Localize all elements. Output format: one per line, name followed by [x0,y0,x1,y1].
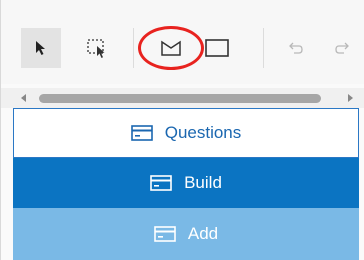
pentagon-shape-button[interactable] [151,28,191,68]
redo-icon [335,42,349,54]
scroll-right-arrow[interactable] [345,92,355,104]
questions-row[interactable]: Questions [13,108,359,158]
pentagon-icon [161,40,181,56]
undo-button[interactable] [281,30,311,66]
undo-icon [289,42,303,54]
marquee-select-button[interactable] [77,28,117,68]
triangle-left-icon [21,94,26,102]
rectangle-icon [205,39,229,57]
select-arrow-button[interactable] [21,28,61,68]
toolbar-separator [133,28,134,68]
marquee-select-icon [87,39,105,58]
drawing-toolbar [1,0,364,84]
cursor-arrow-icon [36,41,45,55]
triangle-right-icon [348,94,353,102]
horizontal-scrollbar[interactable] [1,88,364,108]
scroll-left-arrow[interactable] [19,92,29,104]
add-row[interactable]: Add [13,208,359,260]
card-icon [154,226,176,242]
toolbar-separator [263,28,264,68]
card-icon [150,175,172,191]
redo-button[interactable] [327,30,357,66]
app-frame: Questions Build Add [0,0,364,260]
card-icon [130,125,153,141]
scrollbar-thumb[interactable] [39,94,321,103]
build-row[interactable]: Build [13,158,359,208]
rectangle-shape-button[interactable] [197,28,237,68]
add-label: Add [187,224,219,243]
question-panel: Questions Build Add [13,108,359,260]
questions-label: Questions [164,123,242,142]
build-label: Build [184,173,222,192]
